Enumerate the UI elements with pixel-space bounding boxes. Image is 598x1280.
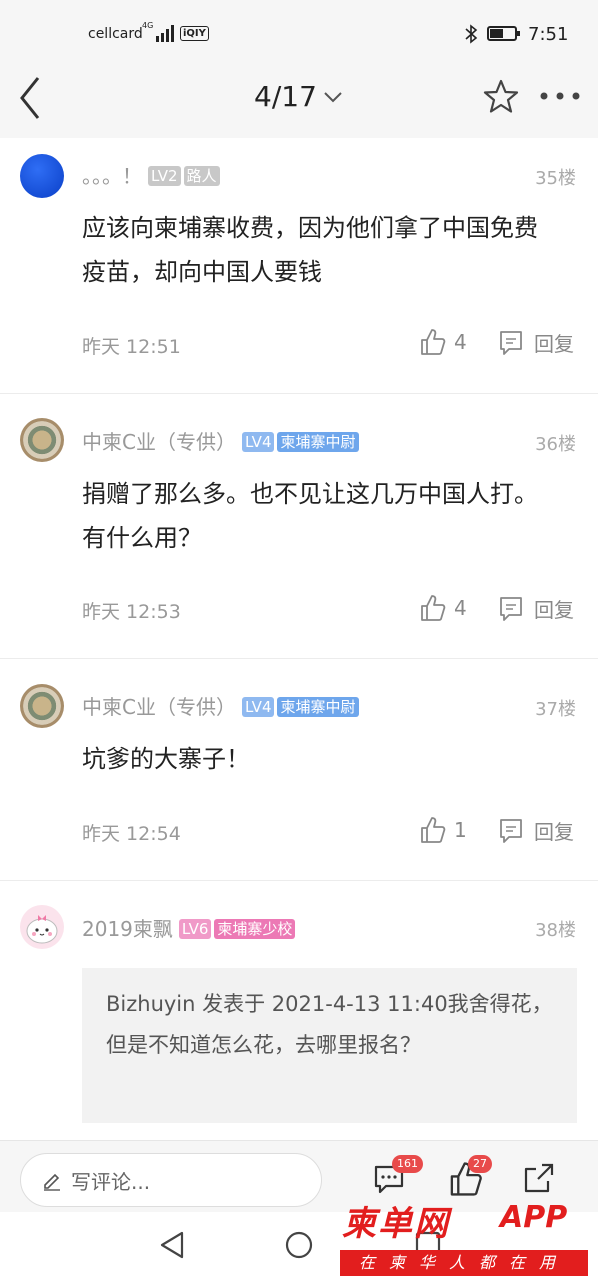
thumbs-up-icon: [421, 595, 446, 621]
quoted-reply: Bizhuyin 发表于 2021-4-13 11:40我舍得花，但是不知道怎么…: [82, 968, 577, 1123]
comment-count-badge: 161: [392, 1155, 423, 1173]
reply-label: 回复: [534, 598, 574, 622]
watermark-app: APP: [500, 1200, 568, 1235]
reply-bubble-icon: [500, 818, 522, 843]
level-badge: LV6: [178, 919, 212, 939]
title-badge: 柬埔寨中尉: [277, 432, 359, 452]
comment-author[interactable]: 。。。！ LV2 路人: [82, 160, 220, 189]
back-arrow-icon[interactable]: [12, 72, 52, 124]
divider: [0, 658, 598, 659]
username: 中柬C业（专供）: [82, 695, 236, 719]
reply-bubble-icon: [500, 596, 522, 621]
like-button[interactable]: 1: [420, 816, 467, 844]
divider: [0, 393, 598, 394]
reply-button[interactable]: 回复: [498, 816, 574, 845]
comment-text: 坑爹的大寨子！: [82, 745, 250, 773]
like-count-badge: 27: [468, 1155, 492, 1173]
comment-time: 昨天 12:53: [82, 601, 181, 623]
comment-placeholder: 写评论...: [71, 1169, 151, 1194]
comment-author[interactable]: 2019柬飘 LV6 柬埔寨少校: [82, 913, 296, 942]
like-count: 4: [454, 330, 467, 354]
floor-number: 36楼: [535, 434, 576, 455]
like-button[interactable]: 4: [420, 594, 467, 622]
reply-button[interactable]: 回复: [498, 328, 574, 357]
top-nav-bar: 4/17: [0, 58, 598, 138]
comment-author[interactable]: 中柬C业（专供） LV4 柬埔寨中尉: [82, 691, 359, 720]
comment-author[interactable]: 中柬C业（专供） LV4 柬埔寨中尉: [82, 426, 359, 455]
comment-time: 昨天 12:51: [82, 336, 181, 358]
like-post-button[interactable]: 27: [448, 1155, 492, 1201]
username: 2019柬飘: [82, 917, 173, 941]
chevron-down-icon: [324, 91, 342, 102]
title-badge: 柬埔寨中尉: [277, 697, 359, 717]
watermark-slogan: 在柬华人都在用: [340, 1250, 588, 1276]
divider: [0, 880, 598, 881]
reply-label: 回复: [534, 332, 574, 356]
cartoon-avatar-icon: [26, 915, 58, 944]
thumbs-up-icon: [421, 817, 446, 843]
clock: 7:51: [528, 24, 569, 45]
floor-number: 35楼: [535, 168, 576, 189]
share-button[interactable]: [522, 1161, 562, 1201]
username: 。。。！: [82, 164, 142, 188]
network-type: 4G: [142, 21, 154, 30]
comments-button[interactable]: 161: [372, 1155, 423, 1201]
page-indicator: 4/17: [254, 80, 317, 113]
avatar[interactable]: [20, 154, 64, 198]
thumbs-up-icon: [421, 329, 446, 355]
comment-text: 捐赠了那么多。也不见让这几万中国人打。有什么用？: [82, 480, 538, 552]
reply-button[interactable]: 回复: [498, 594, 574, 623]
title-badge: 柬埔寨少校: [214, 919, 296, 939]
like-count: 4: [454, 596, 467, 620]
reply-label: 回复: [534, 820, 574, 844]
avatar[interactable]: [20, 905, 64, 949]
level-badge: LV2: [148, 166, 181, 186]
level-badge: LV4: [241, 697, 275, 717]
more-options-icon[interactable]: [538, 86, 582, 106]
iqiyi-icon: iQIY: [180, 26, 209, 41]
status-bar: cellcard 4G iQIY 7:51: [0, 0, 598, 58]
system-back-icon[interactable]: [158, 1230, 186, 1260]
carrier-label: cellcard: [88, 26, 143, 42]
floor-number: 38楼: [535, 920, 576, 941]
username: 中柬C业（专供）: [82, 430, 236, 454]
favorite-star-icon[interactable]: [482, 78, 520, 116]
reply-bubble-icon: [500, 330, 522, 355]
bluetooth-icon: [465, 24, 478, 44]
level-badge: LV4: [241, 432, 275, 452]
share-icon: [524, 1163, 554, 1193]
comment-time: 昨天 12:54: [82, 823, 181, 845]
page-selector[interactable]: 4/17: [254, 80, 343, 113]
system-home-icon[interactable]: [284, 1230, 314, 1260]
like-button[interactable]: 4: [420, 328, 467, 356]
signal-icon: [156, 24, 176, 42]
like-count: 1: [454, 818, 467, 842]
floor-number: 37楼: [535, 699, 576, 720]
title-badge: 路人: [183, 166, 220, 186]
pencil-icon: [44, 1173, 60, 1191]
avatar[interactable]: [20, 418, 64, 462]
comment-input[interactable]: 写评论...: [20, 1153, 322, 1207]
watermark-logo: 柬单网: [342, 1204, 450, 1244]
avatar[interactable]: [20, 684, 64, 728]
comment-text: 应该向柬埔寨收费，因为他们拿了中国免费疫苗，却向中国人要钱: [82, 214, 538, 286]
battery-icon: [487, 26, 520, 41]
